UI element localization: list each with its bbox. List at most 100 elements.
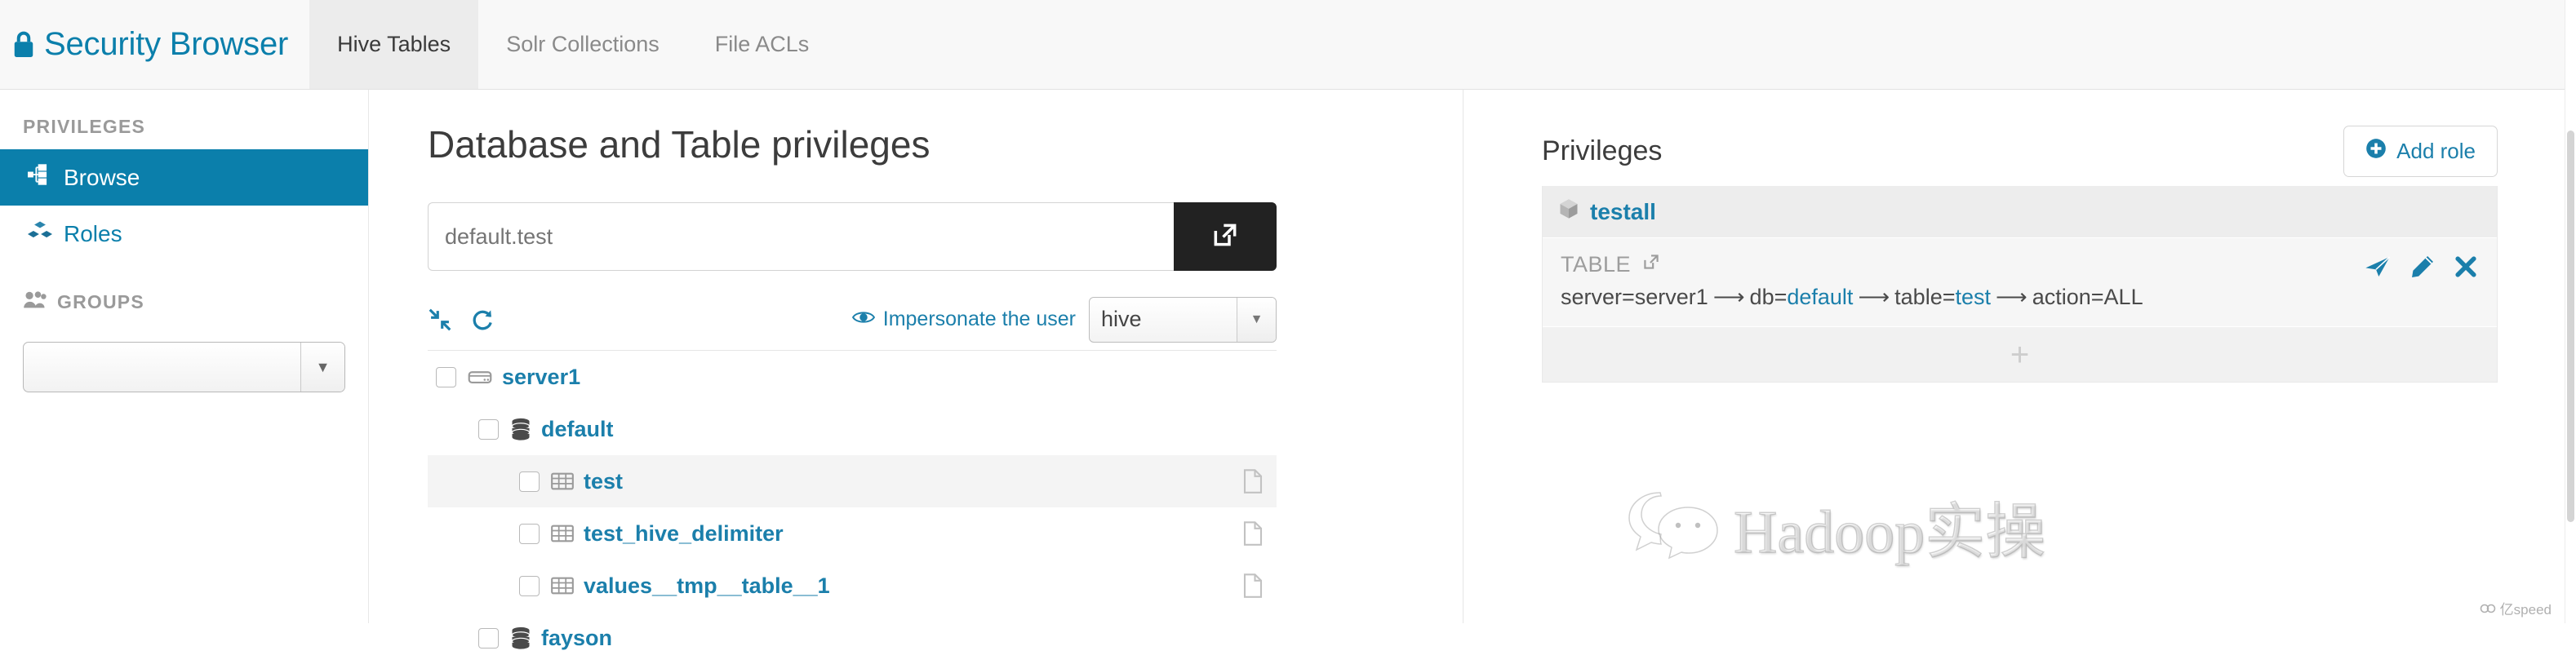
table-icon [551, 523, 574, 544]
refresh-icon[interactable] [470, 308, 495, 332]
sidebar-item-roles[interactable]: Roles [0, 206, 368, 262]
plus-circle-icon [2365, 138, 2387, 165]
tab-hive-tables[interactable]: Hive Tables [309, 0, 478, 89]
table-icon [551, 575, 574, 596]
group-select-value [24, 343, 300, 392]
send-icon[interactable] [2365, 255, 2391, 279]
search-row [428, 202, 1277, 271]
watermark-badge-label: 亿speed [2500, 598, 2552, 618]
role-header-testall[interactable]: testall [1543, 186, 2497, 237]
watermark-badge: 亿speed [2480, 598, 2552, 618]
add-role-label: Add role [2396, 139, 2476, 164]
privilege-path-action: action=ALL [2032, 285, 2143, 309]
tree-row-test-hive-delimiter[interactable]: test_hive_delimiter [428, 507, 1277, 560]
file-icon[interactable] [1242, 573, 1264, 598]
impersonate-user-value: hive [1090, 298, 1237, 342]
body-wrapper: PRIVILEGES Browse [0, 90, 2576, 623]
tab-solr-collections[interactable]: Solr Collections [478, 0, 687, 89]
privilege-type-label: TABLE [1561, 252, 1631, 277]
tree-row-server1[interactable]: server1 [428, 351, 1277, 403]
external-link-icon [1209, 219, 1241, 255]
privileges-header: Privileges Add role [1463, 90, 2576, 176]
role-block-testall: testall TABLE se [1542, 186, 2498, 383]
sidebar-groups-heading-label: GROUPS [57, 291, 144, 313]
server-icon [468, 366, 492, 387]
tab-file-acls-label: File ACLs [715, 32, 810, 57]
tree-toolbar-icons [428, 308, 495, 332]
users-icon [23, 290, 47, 314]
privilege-type: TABLE [1561, 251, 2479, 278]
page-scrollbar-thumb[interactable] [2567, 131, 2574, 522]
collapse-arrows-icon[interactable] [428, 308, 452, 332]
sidebar-privileges-heading-label: PRIVILEGES [23, 116, 145, 138]
plus-icon: + [2010, 339, 2029, 371]
sidebar-item-roles-label: Roles [64, 221, 122, 247]
database-icon [510, 626, 531, 649]
search-input[interactable] [428, 202, 1174, 271]
role-name-testall: testall [1590, 199, 1656, 225]
tree-row-values-tmp-table-1-label: values__tmp__table__1 [584, 573, 830, 599]
page-scrollbar[interactable] [2565, 0, 2576, 623]
privileges-panel: Privileges Add role [1463, 90, 2576, 623]
tab-file-acls[interactable]: File ACLs [687, 0, 837, 89]
external-link-icon[interactable] [1641, 251, 1662, 278]
sidebar: PRIVILEGES Browse [0, 90, 369, 623]
arrow-icon: ⟶ [1708, 285, 1750, 309]
eye-icon [852, 308, 875, 331]
tree-row-test-label: test [584, 469, 623, 494]
file-icon[interactable] [1242, 469, 1264, 494]
tab-solr-collections-label: Solr Collections [506, 32, 660, 57]
sidebar-item-browse[interactable]: Browse [0, 149, 368, 206]
lock-icon [11, 30, 36, 60]
privilege-path-db-key: db= [1750, 285, 1788, 309]
privilege-path-db-value[interactable]: default [1787, 285, 1853, 309]
tree-checkbox[interactable] [478, 419, 499, 440]
table-icon [551, 471, 574, 492]
privilege-path-table-key: table= [1894, 285, 1955, 309]
tree-checkbox[interactable] [519, 524, 540, 544]
app-brand-label: Security Browser [44, 26, 288, 63]
privilege-path-table-value[interactable]: test [1955, 285, 1991, 309]
sidebar-item-browse-label: Browse [64, 165, 140, 191]
close-icon[interactable] [2454, 255, 2477, 278]
chevron-down-icon[interactable]: ▼ [1237, 298, 1276, 342]
sidebar-privileges-heading: PRIVILEGES [0, 104, 368, 149]
group-select-wrapper: ▼ [0, 325, 368, 392]
app-brand[interactable]: Security Browser [0, 0, 309, 89]
tree-checkbox[interactable] [478, 628, 499, 649]
tree-column: Database and Table privileges [369, 90, 1463, 623]
tree-row-test[interactable]: test [428, 455, 1277, 507]
pencil-icon[interactable] [2410, 255, 2435, 279]
main-content: Database and Table privileges [369, 90, 2576, 623]
privileges-title: Privileges [1542, 135, 1662, 167]
tree-checkbox[interactable] [519, 471, 540, 492]
tree-row-values-tmp-table-1[interactable]: values__tmp__table__1 [428, 560, 1277, 612]
impersonate-user-toggle[interactable]: Impersonate the user [852, 308, 1076, 331]
search-open-button[interactable] [1174, 202, 1277, 271]
tree-row-fayson-label: fayson [541, 626, 612, 651]
chevron-down-icon[interactable]: ▼ [300, 343, 344, 392]
sidebar-groups-heading: GROUPS [0, 262, 368, 325]
tree-row-fayson[interactable]: fayson [428, 612, 1277, 664]
badge-icon [2480, 601, 2496, 616]
add-role-button[interactable]: Add role [2343, 126, 2498, 177]
tree-checkbox[interactable] [519, 576, 540, 596]
file-icon[interactable] [1242, 521, 1264, 546]
sitemap-icon [28, 164, 52, 191]
top-bar: Security Browser Hive Tables Solr Collec… [0, 0, 2576, 90]
tree-checkbox[interactable] [436, 367, 456, 387]
tree-row-test-hive-delimiter-label: test_hive_delimiter [584, 521, 784, 547]
add-privilege-button[interactable]: + [1543, 326, 2497, 382]
privilege-path-server: server=server1 [1561, 285, 1708, 309]
impersonate-user-select[interactable]: hive ▼ [1089, 297, 1277, 343]
page-title: Database and Table privileges [369, 90, 1463, 166]
tree-toolbar: Impersonate the user hive ▼ [428, 297, 1277, 351]
cube-icon [1557, 197, 1580, 226]
privilege-item: TABLE server=server1⟶db=default⟶table=te… [1543, 237, 2497, 326]
impersonate-user-label: Impersonate the user [883, 308, 1076, 331]
privilege-tree: server1 [428, 351, 1277, 664]
privilege-actions [2365, 255, 2477, 279]
tree-row-default[interactable]: default [428, 403, 1277, 455]
group-select[interactable]: ▼ [23, 342, 345, 392]
tree-row-server1-label: server1 [502, 365, 580, 390]
